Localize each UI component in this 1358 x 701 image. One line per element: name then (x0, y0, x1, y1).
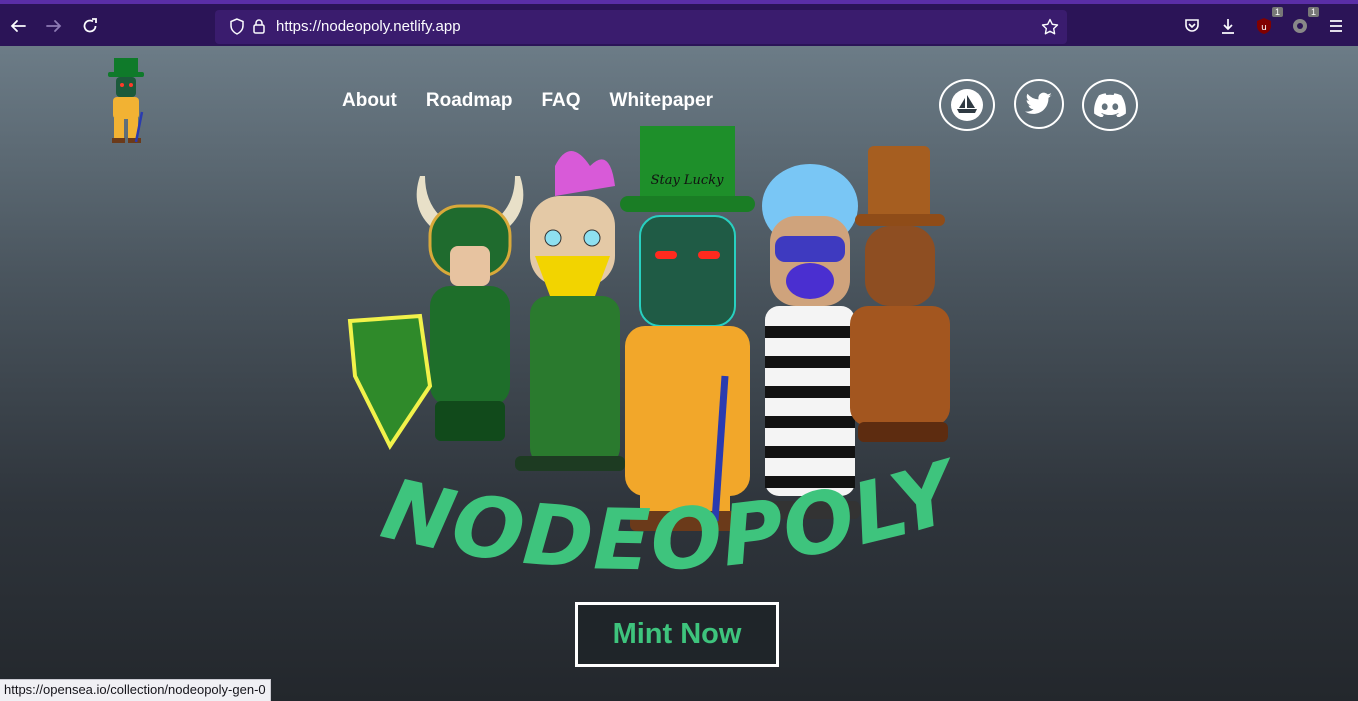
hat-text: Stay Lucky (651, 173, 725, 188)
nav-whitepaper[interactable]: Whitepaper (610, 90, 713, 112)
nav-about[interactable]: About (342, 90, 397, 112)
discord-icon (1094, 93, 1126, 117)
extension-icon[interactable]: 1 (1287, 7, 1319, 39)
forward-icon[interactable] (41, 13, 67, 39)
viking-character (347, 176, 524, 450)
extension-badge: 1 (1307, 7, 1319, 17)
download-icon[interactable] (1215, 13, 1241, 39)
punk-character (515, 151, 625, 471)
brand-name: NODEOPOLY (374, 446, 971, 590)
discord-button[interactable] (1082, 79, 1138, 131)
twitter-icon (1025, 92, 1052, 114)
rusty-character (850, 146, 950, 442)
page-content: About Roadmap FAQ Whitepaper Stay Lucky … (0, 46, 1358, 701)
svg-text:u: u (1261, 23, 1267, 33)
ublock-extension-icon[interactable]: u 1 (1251, 7, 1283, 39)
nav-roadmap[interactable]: Roadmap (426, 90, 513, 112)
opensea-button[interactable] (939, 79, 995, 131)
link-preview-statusbar: https://opensea.io/collection/nodeopoly-… (0, 679, 271, 701)
bookmark-star-icon[interactable] (1041, 18, 1059, 40)
back-icon[interactable] (5, 13, 31, 39)
shield-icon[interactable] (229, 18, 245, 39)
extension-badge: 1 (1271, 7, 1283, 17)
browser-toolbar: https://nodeopoly.netlify.app u 1 1 (0, 0, 1358, 46)
reload-icon[interactable] (77, 13, 103, 39)
mint-now-button[interactable]: Mint Now (575, 602, 779, 667)
twitter-button[interactable] (1014, 79, 1064, 129)
url-text[interactable]: https://nodeopoly.netlify.app (276, 18, 461, 35)
menu-icon[interactable] (1323, 13, 1349, 39)
lock-icon[interactable] (251, 18, 267, 39)
brand-logo-text: NODEOPOLY (374, 446, 973, 590)
site-logo[interactable] (98, 52, 154, 146)
svg-text:NODEOPOLY: NODEOPOLY (374, 446, 973, 590)
pocket-icon[interactable] (1179, 13, 1205, 39)
opensea-icon (951, 89, 983, 121)
main-nav: About Roadmap FAQ Whitepaper (342, 90, 713, 112)
url-bar[interactable]: https://nodeopoly.netlify.app (215, 10, 1067, 44)
nav-faq[interactable]: FAQ (541, 90, 580, 112)
